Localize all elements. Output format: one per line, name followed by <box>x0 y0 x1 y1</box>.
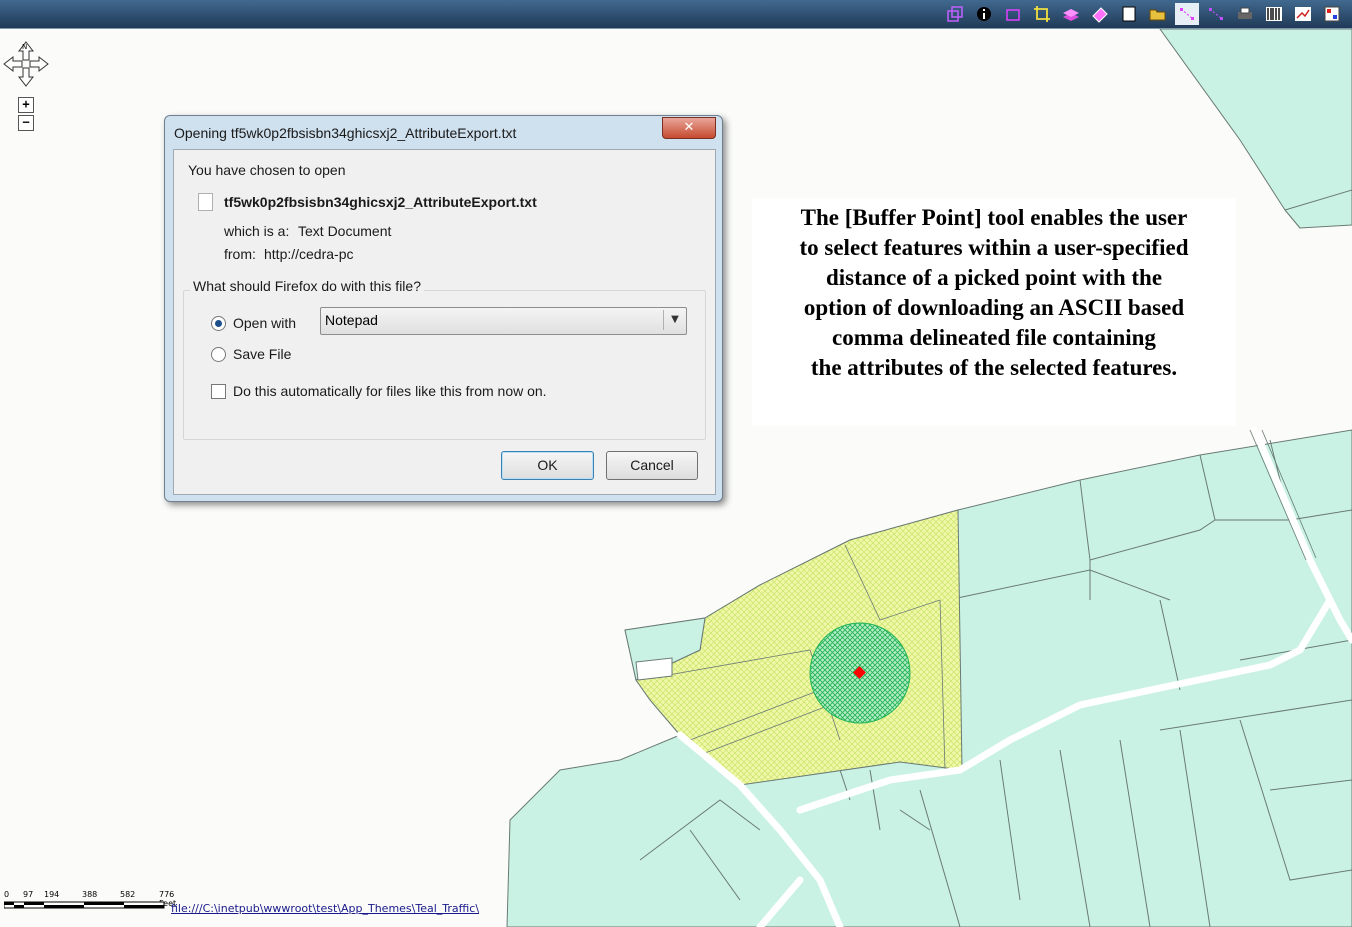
open-with-label[interactable]: Open with <box>233 315 296 331</box>
top-toolbar <box>0 0 1352 29</box>
pan-center-label: N <box>22 43 28 51</box>
open-folder-icon[interactable] <box>1146 3 1170 25</box>
annotation-line: option of downloading an ASCII based <box>803 295 1185 320</box>
annotation-box: The [Buffer Point] tool enables the user… <box>752 198 1236 426</box>
zoom-in-button[interactable]: + <box>18 97 34 113</box>
ok-button[interactable]: OK <box>501 451 594 480</box>
download-dialog: Opening tf5wk0p2fbsisbn34ghicsxj2_Attrib… <box>164 115 723 502</box>
file-type: Text Document <box>298 223 392 239</box>
scale-label: 388 <box>82 890 98 899</box>
save-file-radio[interactable] <box>211 347 226 362</box>
chart-icon[interactable] <box>1291 3 1315 25</box>
annotation-line: to select features within a user-specifi… <box>799 235 1189 260</box>
layers-icon[interactable] <box>943 3 967 25</box>
crop-icon[interactable] <box>1030 3 1054 25</box>
open-with-radio[interactable] <box>211 316 226 331</box>
close-button[interactable]: ✕ <box>662 117 716 139</box>
eraser-icon[interactable] <box>1088 3 1112 25</box>
print-icon[interactable] <box>1233 3 1257 25</box>
cancel-button[interactable]: Cancel <box>606 451 698 480</box>
tool-icons <box>943 3 1344 25</box>
zoom-out-button[interactable]: − <box>18 115 34 131</box>
source-url: http://cedra-pc <box>264 246 354 262</box>
parcel <box>635 657 673 681</box>
text-document-icon <box>198 193 213 211</box>
barcode-icon[interactable] <box>1262 3 1286 25</box>
chosen-label: You have chosen to open <box>188 162 346 178</box>
scale-bar-graphic <box>4 901 165 909</box>
auto-label[interactable]: Do this automatically for files like thi… <box>233 383 547 399</box>
auto-checkbox[interactable] <box>211 384 226 399</box>
scale-label: 194 <box>44 890 60 899</box>
select-box-icon[interactable] <box>1001 3 1025 25</box>
which-is-label: which is a: <box>224 223 290 239</box>
scale-label: 582 <box>120 890 136 899</box>
annotation-line: comma delineated file containing <box>832 325 1156 350</box>
file-path-link[interactable]: file:///C:\inetpub\wwwroot\test\App_Them… <box>171 902 479 915</box>
scale-label: 97 <box>23 890 34 899</box>
select-lines-icon[interactable] <box>1204 3 1228 25</box>
dialog-body: You have chosen to open tf5wk0p2fbsisbn3… <box>173 149 716 495</box>
scale-bar: 0 97 194 388 582 776 Feet <box>4 890 176 910</box>
action-question: What should Firefox do with this file? <box>190 278 424 294</box>
application-select-value: Notepad <box>325 312 378 328</box>
layer-stack-icon[interactable] <box>1059 3 1083 25</box>
white-panel-icon[interactable] <box>1117 3 1141 25</box>
info-icon[interactable] <box>972 3 996 25</box>
save-file-label[interactable]: Save File <box>233 346 291 362</box>
annotation-line: The [Buffer Point] tool enables the user <box>800 205 1188 230</box>
select-points-icon[interactable] <box>1175 3 1199 25</box>
annotation-line: the attributes of the selected features. <box>810 355 1178 380</box>
palette-icon[interactable] <box>1320 3 1344 25</box>
scale-label: 0 <box>4 890 10 899</box>
file-name: tf5wk0p2fbsisbn34ghicsxj2_AttributeExpor… <box>224 194 537 210</box>
application-select[interactable]: Notepad ▼ <box>320 307 687 335</box>
dialog-title: Opening tf5wk0p2fbsisbn34ghicsxj2_Attrib… <box>174 125 517 141</box>
from-label: from: <box>224 246 256 262</box>
pan-control[interactable]: N <box>2 40 50 88</box>
chevron-down-icon[interactable]: ▼ <box>663 310 686 330</box>
annotation-line: distance of a picked point with the <box>825 265 1163 290</box>
